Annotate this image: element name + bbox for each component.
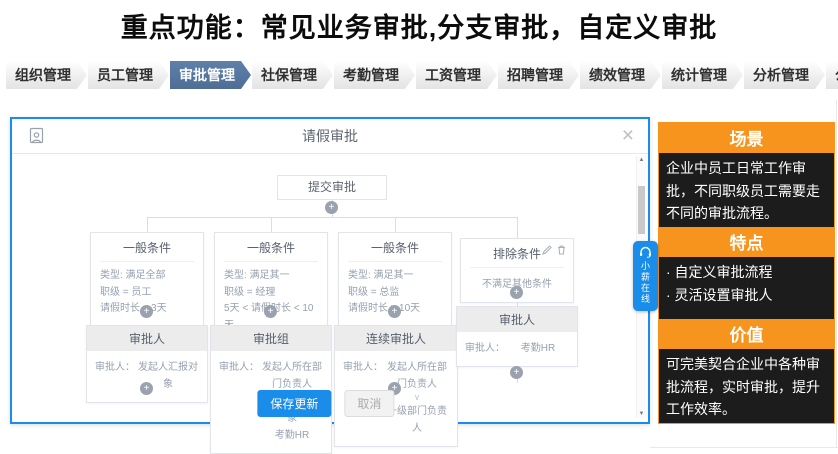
approver-value: 发起人所在部门负责人 bbox=[259, 359, 325, 393]
approver-title: 审批人 bbox=[87, 326, 207, 351]
feature-item: · 灵活设置审批人 bbox=[666, 284, 827, 307]
value-text: 可完美契合企业中各种审批流程，实时审批，提升工作效率。 bbox=[659, 349, 834, 423]
condition-line: 职级 = 总监 bbox=[348, 285, 442, 302]
scenario-heading: 场景 bbox=[659, 123, 834, 153]
tab-bar: 组织管理 员工管理 审批管理 社保管理 考勤管理 工资管理 招聘管理 绩效管理 … bbox=[6, 61, 834, 89]
headset-icon bbox=[639, 246, 652, 258]
edit-icon[interactable] bbox=[542, 245, 552, 255]
scroll-up-icon[interactable]: ▲ bbox=[637, 157, 646, 163]
tab-approval[interactable]: 审批管理 bbox=[170, 61, 251, 89]
approver-value: 考勤HR bbox=[521, 343, 555, 354]
scroll-down-icon[interactable]: ▼ bbox=[637, 411, 646, 417]
approver-label: 审批人： bbox=[465, 340, 505, 357]
online-service-tab[interactable]: 小薪在线 bbox=[633, 241, 658, 311]
approver-label: 审批人： bbox=[95, 359, 135, 393]
add-node-icon[interactable]: + bbox=[510, 366, 523, 379]
page-title: 重点功能：常见业务审批,分支审批，自定义审批 bbox=[0, 6, 838, 45]
page-bottom-border bbox=[650, 447, 838, 448]
tab-recruiting[interactable]: 招聘管理 bbox=[498, 61, 579, 89]
tab-analysis[interactable]: 分析管理 bbox=[744, 61, 825, 89]
condition-line: 职级 = 员工 bbox=[100, 285, 194, 302]
scenario-text: 企业中员工日常工作审批，不同职级员工需要走不同的审批流程。 bbox=[659, 153, 834, 227]
leave-approval-dialog: 请假审批 × 提交审批 + 一般条件 类型: 满足全部 职级 = 员工 请假时长… bbox=[10, 117, 650, 424]
tab-employee[interactable]: 员工管理 bbox=[88, 61, 169, 89]
value-heading: 价值 bbox=[659, 319, 834, 349]
save-button[interactable]: 保存更新 bbox=[257, 390, 331, 417]
tab-statistics[interactable]: 统计管理 bbox=[662, 61, 743, 89]
approver-value: 考勤HR bbox=[259, 427, 325, 444]
tab-organization[interactable]: 组织管理 bbox=[6, 61, 87, 89]
info-panel: 场景 企业中员工日常工作审批，不同职级员工需要走不同的审批流程。 特点 · 自定… bbox=[658, 122, 835, 424]
approval-flowchart: 提交审批 + 一般条件 类型: 满足全部 职级 = 员工 请假时长 ≤ 3天 一… bbox=[12, 154, 648, 422]
add-node-icon[interactable]: + bbox=[388, 305, 401, 318]
features-heading: 特点 bbox=[659, 227, 834, 257]
approver-title: 审批组 bbox=[211, 326, 331, 351]
condition-line: 类型: 满足全部 bbox=[100, 268, 194, 285]
condition-line: 类型: 满足其一 bbox=[348, 268, 442, 285]
connector-line bbox=[147, 217, 518, 218]
page-right-border bbox=[836, 100, 837, 448]
add-node-icon[interactable]: + bbox=[510, 286, 523, 299]
add-node-icon[interactable]: + bbox=[264, 305, 277, 318]
dialog-header: 请假审批 × bbox=[12, 119, 648, 154]
add-node-icon[interactable]: + bbox=[325, 201, 338, 214]
approver-node[interactable]: 审批人 审批人： 考勤HR bbox=[456, 306, 578, 367]
add-node-icon[interactable]: + bbox=[140, 382, 153, 395]
condition-line: 职级 = 经理 bbox=[224, 285, 318, 302]
condition-title: 一般条件 bbox=[100, 233, 194, 262]
condition-line: 类型: 满足其一 bbox=[224, 268, 318, 285]
online-service-label: 小薪在线 bbox=[639, 261, 652, 305]
add-node-icon[interactable]: + bbox=[140, 305, 153, 318]
start-node[interactable]: 提交审批 bbox=[277, 175, 387, 200]
tab-attendance[interactable]: 考勤管理 bbox=[334, 61, 415, 89]
feature-item: · 自定义审批流程 bbox=[666, 261, 827, 284]
tab-announcement[interactable]: 公告管理 bbox=[826, 61, 838, 89]
approver-label: 审批人： bbox=[219, 359, 259, 444]
close-icon[interactable]: × bbox=[622, 120, 634, 152]
dialog-footer: 保存更新 取消 bbox=[257, 390, 394, 417]
condition-title: 一般条件 bbox=[348, 233, 442, 262]
delete-icon[interactable] bbox=[557, 245, 566, 255]
tab-social-security[interactable]: 社保管理 bbox=[252, 61, 333, 89]
approver-title: 连续审批人 bbox=[335, 326, 457, 351]
tab-performance[interactable]: 绩效管理 bbox=[580, 61, 661, 89]
condition-title: 排除条件 bbox=[493, 247, 541, 261]
tab-salary[interactable]: 工资管理 bbox=[416, 61, 497, 89]
condition-title: 一般条件 bbox=[224, 233, 318, 262]
cancel-button[interactable]: 取消 bbox=[344, 390, 394, 417]
approver-title: 审批人 bbox=[457, 307, 577, 332]
scrollbar-thumb[interactable] bbox=[638, 186, 645, 234]
features-list: · 自定义审批流程 · 灵活设置审批人 bbox=[659, 257, 834, 319]
dialog-title: 请假审批 bbox=[12, 119, 648, 153]
